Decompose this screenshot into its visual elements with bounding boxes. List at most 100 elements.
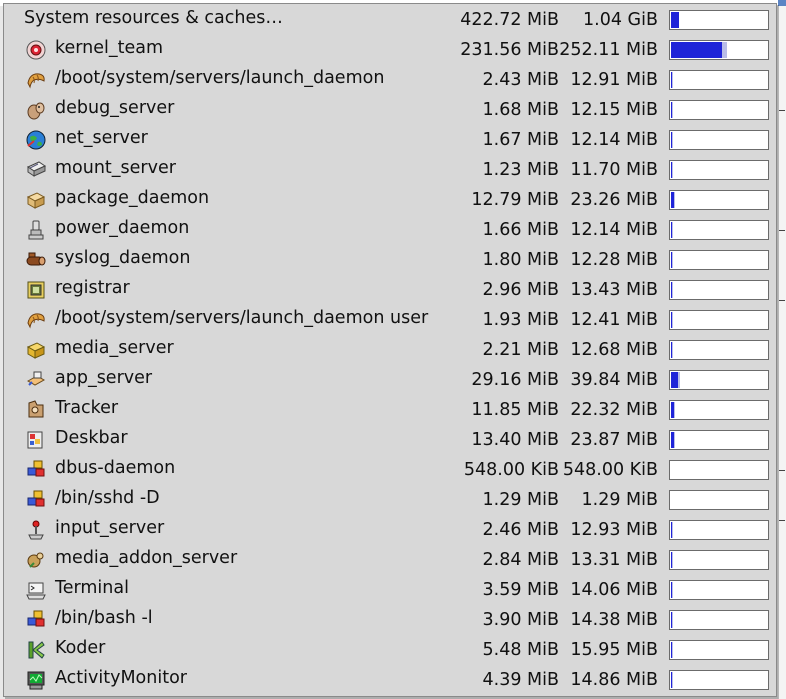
memory-usage-bar bbox=[669, 280, 769, 300]
memory-usage-bar bbox=[669, 580, 769, 600]
cache-usage-fill bbox=[672, 342, 673, 358]
memory-value: 2.84 MiB bbox=[482, 550, 560, 570]
process-menu-item[interactable]: registrar 2.96 MiB 13.43 MiB bbox=[4, 275, 776, 305]
deskbar-icon bbox=[25, 429, 47, 451]
virtual-memory-value: 13.31 MiB bbox=[570, 550, 658, 570]
memory-value: 1.93 MiB bbox=[482, 310, 560, 330]
virtual-memory-value: 1.04 GiB bbox=[583, 10, 658, 30]
memory-usage-bar bbox=[669, 340, 769, 360]
memory-value: 11.85 MiB bbox=[471, 400, 559, 420]
memory-usage-bar bbox=[669, 520, 769, 540]
virtual-memory-value: 1.29 MiB bbox=[581, 490, 659, 510]
package-icon bbox=[25, 189, 47, 211]
process-menu-item[interactable]: syslog_daemon 1.80 MiB 12.28 MiB bbox=[4, 245, 776, 275]
cubes-icon bbox=[25, 489, 47, 511]
memory-value: 548.00 KiB bbox=[463, 460, 559, 480]
memory-value: 13.40 MiB bbox=[471, 430, 559, 450]
memory-usage-bar bbox=[669, 610, 769, 630]
memory-usage-bar bbox=[669, 100, 769, 120]
memory-usage-bar bbox=[669, 670, 769, 690]
process-name: media_server bbox=[55, 338, 174, 358]
cache-usage-fill bbox=[672, 642, 673, 658]
process-menu-item[interactable]: net_server 1.67 MiB 12.14 MiB bbox=[4, 125, 776, 155]
memory-usage-bar bbox=[669, 490, 769, 510]
process-menu-item[interactable]: /boot/system/servers/launch_daemon user 1… bbox=[4, 305, 776, 335]
background-title-strip bbox=[778, 0, 786, 6]
memory-usage-fill bbox=[671, 372, 678, 388]
memory-usage-bar bbox=[669, 10, 769, 30]
virtual-memory-value: 22.32 MiB bbox=[570, 400, 658, 420]
process-menu-item[interactable]: Terminal 3.59 MiB 14.06 MiB bbox=[4, 575, 776, 605]
menu-item-label: System resources & caches… bbox=[24, 8, 283, 28]
memory-value: 2.21 MiB bbox=[482, 340, 560, 360]
process-menu-item[interactable]: dbus-daemon 548.00 KiB 548.00 KiB bbox=[4, 455, 776, 485]
croissant-icon bbox=[25, 69, 47, 91]
process-menu-item[interactable]: Tracker 11.85 MiB 22.32 MiB bbox=[4, 395, 776, 425]
plug-icon bbox=[25, 219, 47, 241]
background-tick bbox=[779, 300, 785, 301]
process-menu-item[interactable]: media_server 2.21 MiB 12.68 MiB bbox=[4, 335, 776, 365]
process-name: dbus-daemon bbox=[55, 458, 176, 478]
log-icon bbox=[25, 249, 47, 271]
memory-value: 2.96 MiB bbox=[482, 280, 560, 300]
process-menu-item[interactable]: Koder 5.48 MiB 15.95 MiB bbox=[4, 635, 776, 665]
memory-value: 12.79 MiB bbox=[471, 190, 559, 210]
globe-icon bbox=[25, 129, 47, 151]
memory-usage-bar bbox=[669, 130, 769, 150]
cache-usage-fill bbox=[674, 432, 675, 448]
process-menu-item[interactable]: /boot/system/servers/launch_daemon 2.43 M… bbox=[4, 65, 776, 95]
activity-monitor-icon bbox=[25, 669, 47, 691]
memory-usage-fill bbox=[671, 12, 679, 28]
terminal-icon bbox=[25, 579, 47, 601]
process-menu-item[interactable]: debug_server 1.68 MiB 12.15 MiB bbox=[4, 95, 776, 125]
cache-usage-fill bbox=[672, 102, 673, 118]
memory-value: 1.67 MiB bbox=[482, 130, 560, 150]
memory-usage-bar bbox=[669, 70, 769, 90]
virtual-memory-value: 12.14 MiB bbox=[570, 130, 658, 150]
kernel-icon bbox=[25, 39, 47, 61]
memory-value: 5.48 MiB bbox=[482, 640, 560, 660]
process-menu-item[interactable]: ActivityMonitor 4.39 MiB 14.86 MiB bbox=[4, 665, 776, 695]
process-menu-item[interactable]: input_server 2.46 MiB 12.93 MiB bbox=[4, 515, 776, 545]
process-name: Deskbar bbox=[55, 428, 128, 448]
virtual-memory-value: 12.91 MiB bbox=[570, 70, 658, 90]
process-name: app_server bbox=[55, 368, 153, 388]
virtual-memory-value: 12.93 MiB bbox=[570, 520, 658, 540]
cache-usage-fill bbox=[674, 192, 675, 208]
memory-value: 3.90 MiB bbox=[482, 610, 560, 630]
process-menu-item[interactable]: mount_server 1.23 MiB 11.70 MiB bbox=[4, 155, 776, 185]
virtual-memory-value: 11.70 MiB bbox=[570, 160, 658, 180]
memory-value: 1.29 MiB bbox=[482, 490, 560, 510]
process-name: Koder bbox=[55, 638, 106, 658]
registry-icon bbox=[25, 279, 47, 301]
background-tick bbox=[779, 520, 785, 521]
process-menu-item[interactable]: power_daemon 1.66 MiB 12.14 MiB bbox=[4, 215, 776, 245]
process-name: registrar bbox=[55, 278, 130, 298]
virtual-memory-value: 14.06 MiB bbox=[570, 580, 658, 600]
virtual-memory-value: 12.28 MiB bbox=[570, 250, 658, 270]
process-menu-item[interactable]: /bin/sshd -D 1.29 MiB 1.29 MiB bbox=[4, 485, 776, 515]
background-tick bbox=[779, 230, 785, 231]
process-menu-item[interactable]: package_daemon 12.79 MiB 23.26 MiB bbox=[4, 185, 776, 215]
memory-usage-fill bbox=[671, 42, 722, 58]
process-name: debug_server bbox=[55, 98, 175, 118]
process-menu-item[interactable]: Deskbar 13.40 MiB 23.87 MiB bbox=[4, 425, 776, 455]
process-name: package_daemon bbox=[55, 188, 210, 208]
process-menu-item[interactable]: app_server 29.16 MiB 39.84 MiB bbox=[4, 365, 776, 395]
memory-value: 2.43 MiB bbox=[482, 70, 560, 90]
system-resources-item[interactable]: System resources & caches… 422.72 MiB 1.… bbox=[4, 5, 776, 35]
process-menu-item[interactable]: /bin/bash -l 3.90 MiB 14.38 MiB bbox=[4, 605, 776, 635]
process-name: ActivityMonitor bbox=[55, 668, 187, 688]
memory-value: 1.66 MiB bbox=[482, 220, 560, 240]
joystick-icon bbox=[25, 519, 47, 541]
cache-usage-fill bbox=[672, 72, 673, 88]
process-menu-item[interactable]: kernel_team 231.56 MiB 252.11 MiB bbox=[4, 35, 776, 65]
virtual-memory-value: 548.00 KiB bbox=[562, 460, 658, 480]
memory-usage-bar bbox=[669, 400, 769, 420]
cache-usage-fill bbox=[672, 312, 673, 328]
process-menu-item[interactable]: media_addon_server 2.84 MiB 13.31 MiB bbox=[4, 545, 776, 575]
cache-usage-fill bbox=[672, 552, 673, 568]
background-tick bbox=[779, 470, 785, 471]
virtual-memory-value: 14.38 MiB bbox=[570, 610, 658, 630]
virtual-memory-value: 12.14 MiB bbox=[570, 220, 658, 240]
